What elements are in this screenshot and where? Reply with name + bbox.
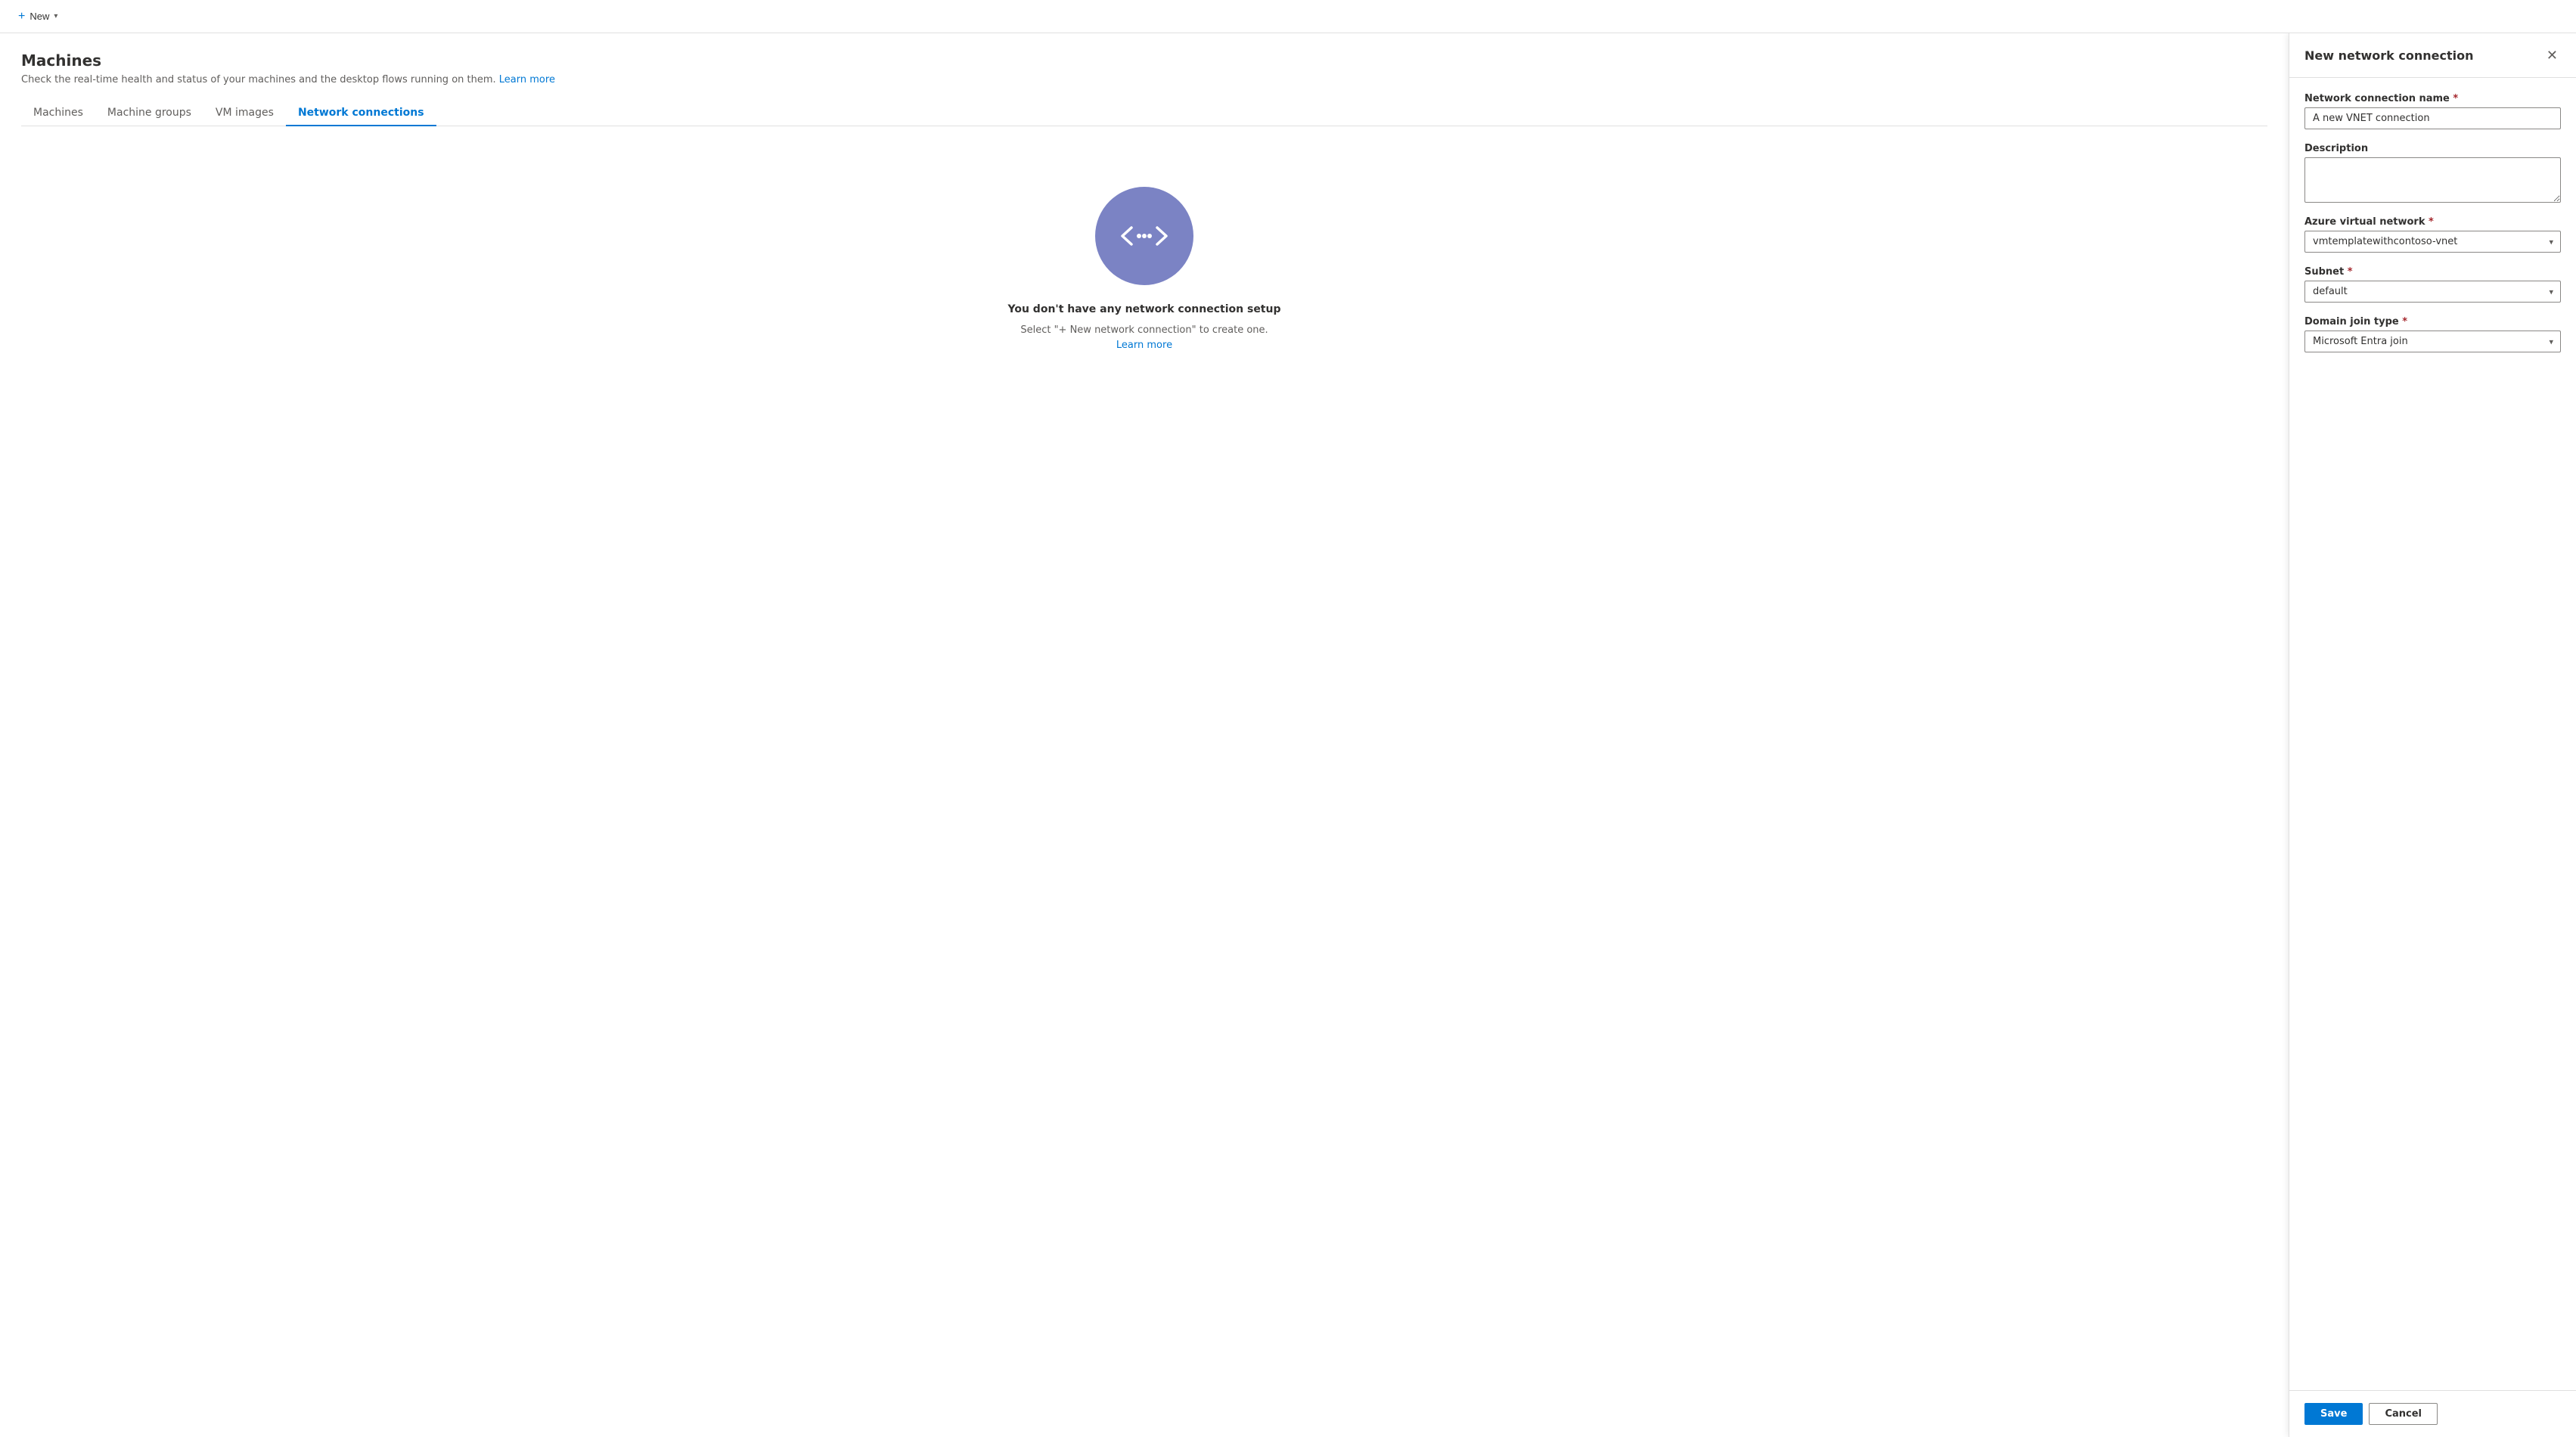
save-button[interactable]: Save [2304,1403,2363,1425]
network-svg [1118,225,1171,247]
vnet-select[interactable]: vmtemplatewithcontoso-vnet [2304,231,2561,253]
side-panel: New network connection ✕ Network connect… [2289,33,2576,1437]
panel-body: Network connection name * Description Az… [2289,78,2576,1390]
empty-learn-more-link[interactable]: Learn more [1116,340,1172,351]
learn-more-link[interactable]: Learn more [499,74,555,85]
page-title: Machines [21,51,2267,70]
panel-title: New network connection [2304,48,2473,63]
chevron-down-icon: ▾ [54,12,57,20]
subnet-select-wrapper: default ▾ [2304,281,2561,303]
name-field-group: Network connection name * [2304,93,2561,129]
domain-label: Domain join type * [2304,316,2561,327]
vnet-label: Azure virtual network * [2304,216,2561,228]
tab-network-connections[interactable]: Network connections [286,101,436,126]
subnet-required: * [2348,266,2353,278]
cancel-button[interactable]: Cancel [2369,1403,2438,1425]
tab-vm-images[interactable]: VM images [203,101,286,126]
empty-state: You don't have any network connection se… [21,126,2267,383]
main-layout: Machines Check the real-time health and … [0,33,2576,1437]
vnet-select-wrapper: vmtemplatewithcontoso-vnet ▾ [2304,231,2561,253]
name-required: * [2453,93,2458,104]
tabs-bar: Machines Machine groups VM images Networ… [21,101,2267,126]
tab-machine-groups[interactable]: Machine groups [95,101,203,126]
plus-icon: + [18,10,25,23]
vnet-field-group: Azure virtual network * vmtemplatewithco… [2304,216,2561,253]
description-label: Description [2304,143,2561,154]
subtitle-text: Check the real-time health and status of… [21,74,496,85]
close-button[interactable]: ✕ [2543,45,2561,65]
subnet-field-group: Subnet * default ▾ [2304,266,2561,303]
domain-field-group: Domain join type * Microsoft Entra join … [2304,316,2561,352]
panel-footer: Save Cancel [2289,1390,2576,1437]
content-area: Machines Check the real-time health and … [0,33,2289,1437]
network-icon [1095,187,1193,285]
subnet-label: Subnet * [2304,266,2561,278]
vnet-required: * [2429,216,2434,228]
panel-header: New network connection ✕ [2289,33,2576,78]
empty-description: Select "+ New network connection" to cre… [1016,323,1273,352]
description-textarea[interactable] [2304,157,2561,203]
subnet-select[interactable]: default [2304,281,2561,303]
domain-required: * [2402,316,2407,327]
domain-select[interactable]: Microsoft Entra join Active Directory jo… [2304,331,2561,352]
name-label: Network connection name * [2304,93,2561,104]
domain-select-wrapper: Microsoft Entra join Active Directory jo… [2304,331,2561,352]
page-subtitle: Check the real-time health and status of… [21,74,2267,85]
description-field-group: Description [2304,143,2561,203]
name-input[interactable] [2304,107,2561,129]
topbar: + New ▾ [0,0,2576,33]
new-button[interactable]: + New ▾ [12,7,64,26]
tab-machines[interactable]: Machines [21,101,95,126]
empty-desc-prefix: Select "+ New network connection" to cre… [1020,324,1268,336]
empty-title: You don't have any network connection se… [1008,303,1281,315]
new-button-label: New [29,11,49,22]
